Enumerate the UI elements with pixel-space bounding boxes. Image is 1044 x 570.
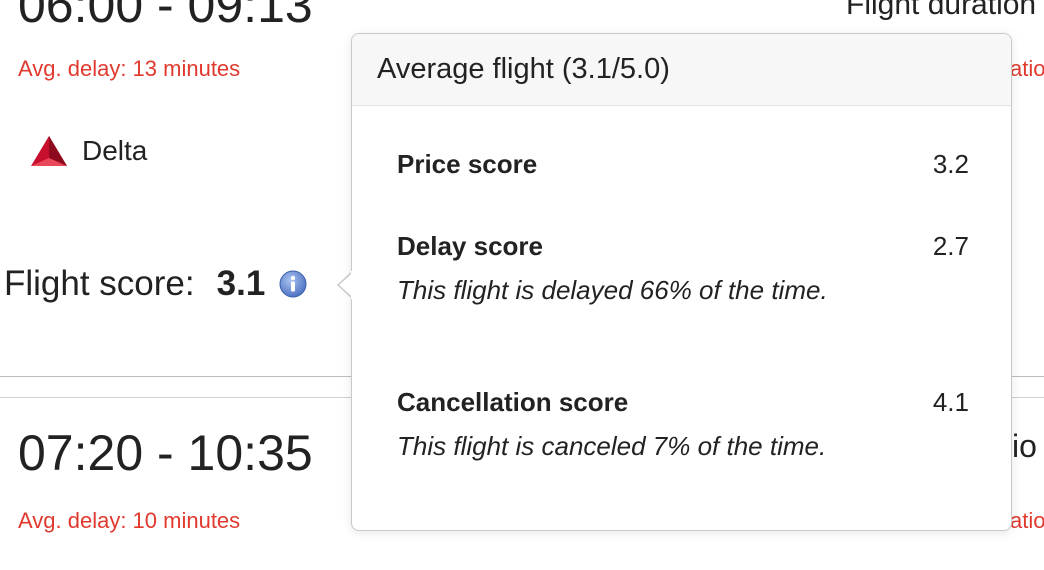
- avg-delay-text: Avg. delay: 13 minutes: [18, 56, 241, 81]
- price-score-value: 3.2: [932, 149, 969, 179]
- price-score-label: Price score: [397, 149, 538, 179]
- cancellation-score-label: Cancellation score: [397, 387, 629, 417]
- cancellation-score-description: This flight is canceled 7% of the time.: [397, 431, 827, 461]
- flight-score: Flight score: 3.1: [4, 264, 307, 304]
- delta-logo-icon: [31, 136, 67, 166]
- flight-duration-label: Flight duration: [846, 0, 1037, 21]
- cancellation-rate-peek: atio: [1010, 56, 1044, 81]
- avg-delay-text: Avg. delay: 10 minutes: [18, 508, 241, 533]
- popover-title: Average flight (3.1/5.0): [352, 34, 1011, 106]
- delay-score-description: This flight is delayed 66% of the time.: [397, 275, 828, 305]
- delay-score-label: Delay score: [397, 231, 543, 261]
- flight-results-page: 06:00 - 09:13 Flight duration Avg. delay…: [0, 0, 1044, 570]
- airline-name: Delta: [82, 135, 148, 166]
- price-score-item: Price score 3.2: [397, 149, 969, 180]
- flight-score-popover: Average flight (3.1/5.0) Price score 3.2…: [351, 33, 1012, 531]
- cancellation-rate-peek: atio: [1010, 508, 1044, 533]
- delay-score-item: Delay score 2.7 This flight is delayed 6…: [397, 231, 969, 306]
- flight-score-label: Flight score:: [4, 264, 195, 303]
- info-icon[interactable]: [279, 270, 307, 298]
- cancellation-score-value: 4.1: [932, 387, 969, 417]
- cancellation-score-item: Cancellation score 4.1 This flight is ca…: [397, 387, 969, 462]
- flight-score-value: 3.1: [216, 264, 266, 303]
- flight-time-range: 06:00 - 09:13: [18, 0, 313, 33]
- airline: Delta: [30, 134, 147, 168]
- flight-duration-peek: io: [1012, 428, 1037, 464]
- flight-time-range: 07:20 - 10:35: [18, 425, 313, 481]
- delay-score-value: 2.7: [932, 231, 969, 261]
- popover-arrow: [337, 271, 363, 299]
